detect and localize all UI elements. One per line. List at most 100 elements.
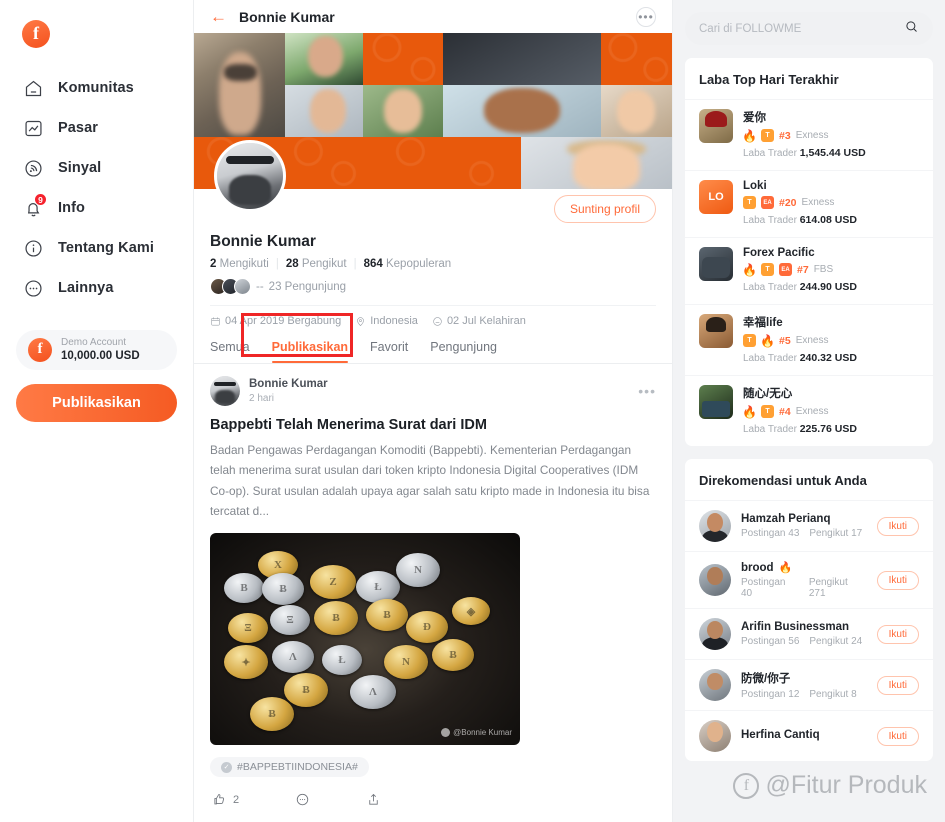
stat-mengikuti[interactable]: 2 Mengikuti [210,258,269,270]
sidebar-item-tentang-kami[interactable]: Tentang Kami [0,228,193,268]
stat-label: Mengikuti [219,258,269,270]
post-author-name[interactable]: Bonnie Kumar [249,377,629,392]
publish-button[interactable]: Publikasikan [16,384,177,422]
user-name: Herfina Cantiq [741,728,820,741]
trader-name: 随心/无心 [743,388,793,400]
user-avatar [699,510,731,542]
edit-profile-button[interactable]: Sunting profil [553,195,656,223]
tab-publikasikan[interactable]: Publikasikan [271,340,349,363]
calendar-icon [211,316,220,325]
sidebar-item-pasar[interactable]: Pasar [0,108,193,148]
recommended-row[interactable]: Arifin Businessman Postingan 56 Pengikut… [685,608,933,659]
dots-circle-icon [22,277,44,299]
profit-label: Laba Trader [743,424,797,435]
recommended-row[interactable]: brood 🔥 Postingan 40 Pengikut 271 Ikuti [685,551,933,608]
card-title: Direkomendasi untuk Anda [699,473,867,488]
search-icon[interactable] [904,19,919,39]
more-options-icon[interactable]: ••• [636,6,656,27]
user-name: Arifin Businessman [741,621,849,633]
demo-account-label: Demo Account [61,336,127,348]
trader-row[interactable]: 爱你 🔥 T #3 Exness Laba Trader 1,545.44 US… [685,99,933,170]
search-bar[interactable] [685,12,933,45]
thumbs-up-icon [214,794,225,805]
fire-icon: 🔥 [742,262,757,277]
trader-rank: #4 [779,405,791,418]
sidebar-item-info[interactable]: 9 Info [0,188,193,228]
user-meta: Postingan 12 Pengikut 8 [741,689,867,700]
sidebar-label: Pasar [58,120,99,136]
user-avatar [699,618,731,650]
trader-rank: #3 [779,129,791,142]
follower-count: Pengikut 17 [809,528,863,539]
stat-pengikut[interactable]: 28 Pengikut [286,258,347,270]
stat-kepopuleran[interactable]: 864 Kepopuleran [364,258,452,270]
meta-text: Indonesia [370,315,418,327]
tab-semua[interactable]: Semua [210,340,250,363]
recommended-row[interactable]: Hamzah Perianq Postingan 43 Pengikut 17 … [685,500,933,551]
sidebar-item-lainnya[interactable]: Lainnya [0,268,193,308]
trader-badge-t: T [761,263,774,276]
tab-pengunjung[interactable]: Pengunjung [430,340,497,363]
follower-count: Pengikut 24 [809,636,863,647]
follow-button[interactable]: Ikuti [876,516,919,536]
post-count: Postingan 12 [741,689,800,700]
visitors-row[interactable]: -- 23 Pengunjung [210,278,656,305]
trader-profit: Laba Trader 225.76 USD [743,423,919,435]
follow-button[interactable]: Ikuti [876,675,919,695]
profile-stats: 2 Mengikuti | 28 Pengikut | 864 Kepopule… [210,258,656,270]
follow-button[interactable]: Ikuti [876,624,919,644]
recommended-row[interactable]: Herfina Cantiq Ikuti [685,710,933,761]
trader-row[interactable]: 幸福life T 🔥 #5 Exness Laba Trader 240.32 … [685,304,933,375]
share-button[interactable] [366,792,381,807]
divider: | [275,258,279,270]
profit-value: 614.08 USD [799,214,857,226]
sidebar-item-sinyal[interactable]: Sinyal [0,148,193,188]
cover-tile [285,33,363,85]
location-icon [357,316,364,326]
recommended-row[interactable]: 防微/你子 Postingan 12 Pengikut 8 Ikuti [685,659,933,710]
follow-button[interactable]: Ikuti [876,726,919,746]
right-sidebar: Laba Top Hari Terakhir 爱你 🔥 T #3 Exness … [673,0,943,822]
trader-row[interactable]: LO Loki T EA #20 Exness Laba Trader 614.… [685,170,933,237]
comment-button[interactable] [295,792,310,807]
trader-avatar: LO [699,180,733,214]
post-more-icon[interactable]: ••• [638,383,656,399]
hashtag-chip[interactable]: ✓ #BAPPEBTIINDONESIA# [210,757,369,778]
trader-row[interactable]: 随心/无心 🔥 T #4 Exness Laba Trader 225.76 U… [685,375,933,446]
avatar[interactable] [214,140,286,212]
cover-tile [285,85,363,137]
search-input[interactable] [699,22,904,35]
user-avatar [699,669,731,701]
trader-profit: Laba Trader 244.90 USD [743,281,919,293]
demo-account-card[interactable]: f Demo Account 10,000.00 USD [16,330,177,370]
follow-button[interactable]: Ikuti [876,570,919,590]
chart-icon [22,117,44,139]
follower-count: Pengikut 8 [809,689,857,700]
like-button[interactable]: 2 [212,792,239,807]
post-card: Bonnie Kumar 2 hari ••• Bappebti Telah M… [194,364,672,821]
post-body: Badan Pengawas Perdagangan Komoditi (Bap… [210,443,650,518]
post-image[interactable]: X B Ƀ Z Ł N Ƀ Ƀ Ξ Ξ Ɖ ✦ Λ Ł N Ƀ Ƀ Λ Ƀ ◈ [210,533,520,746]
profit-value: 244.90 USD [799,281,857,293]
hashtag-label: #BAPPEBTIINDONESIA# [237,761,358,774]
trader-profit: Laba Trader 1,545.44 USD [743,147,919,159]
signal-icon [22,157,44,179]
fire-icon: 🔥 [742,128,757,143]
verified-check-icon: ✓ [221,761,232,773]
trader-badges: T EA #20 Exness [743,196,919,209]
trader-row[interactable]: Forex Pacific 🔥 T EA #7 FBS Laba Trader … [685,237,933,304]
sidebar-item-komunitas[interactable]: Komunitas [0,68,193,108]
profit-value: 240.32 USD [799,352,857,364]
trader-broker: FBS [813,264,834,275]
sidebar-label: Info [58,200,85,216]
post-author-avatar[interactable] [210,376,240,406]
cover-tile [443,33,601,85]
back-arrow-icon[interactable]: ← [210,8,227,25]
trader-rank: #5 [779,334,791,347]
tab-favorit[interactable]: Favorit [370,340,408,363]
trader-avatar [699,385,733,419]
page-title: Bonnie Kumar [239,8,335,25]
trader-rank: #7 [797,263,809,276]
followme-logo[interactable]: f [22,20,193,48]
post-title: Bappebti Telah Menerima Surat dari IDM [210,417,487,433]
